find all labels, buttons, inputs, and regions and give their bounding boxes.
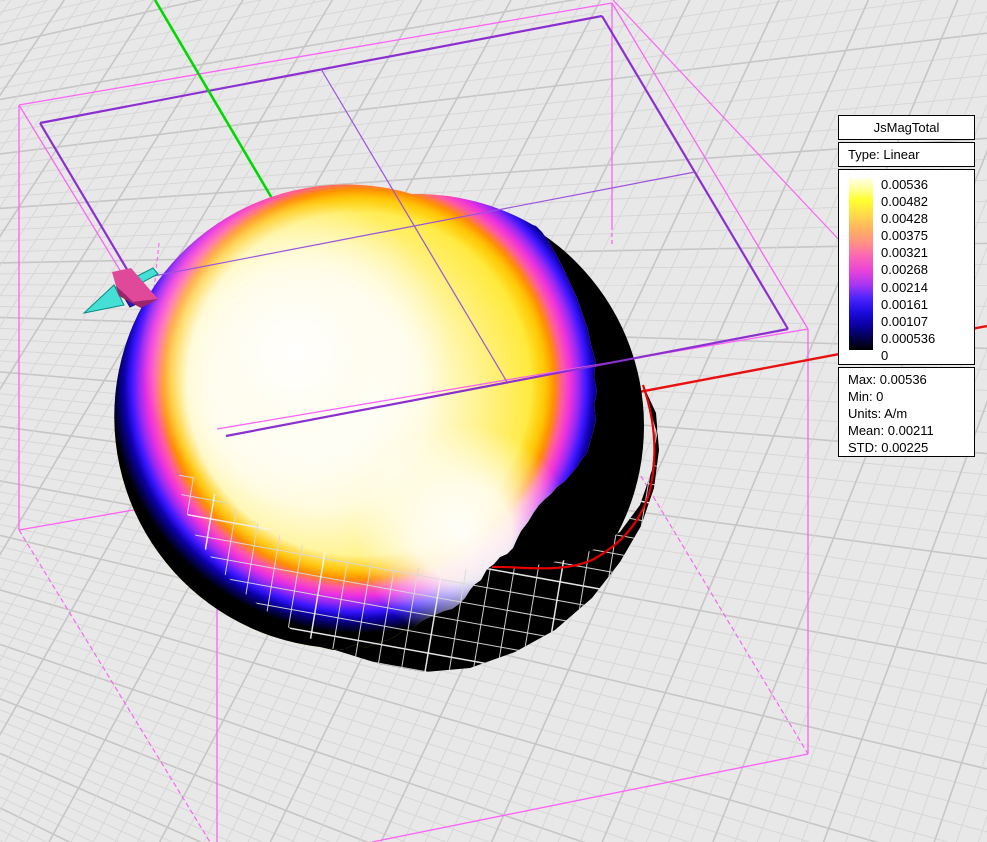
legend-stat-line: STD: 0.00225 [848, 441, 974, 455]
legend-stat-line: Mean: 0.00211 [848, 424, 974, 438]
legend-colorbar: 0.00536 0.00482 0.00428 0.00375 0.00321 0.002… [838, 169, 975, 365]
colorbar-tick-label: 0.00428 [881, 212, 969, 225]
colorbar-tick-label: 0.00161 [881, 298, 969, 311]
colorbar-ticks: 0.00536 0.00482 0.00428 0.00375 0.00321 0.002… [881, 178, 969, 350]
viewport-3d[interactable]: JsMagTotal Type: Linear 0.005360.004820.… [0, 0, 987, 842]
colorbar-tick-label: 0.00375 [881, 229, 969, 242]
colorbar-tick-label: 0.00107 [881, 315, 969, 328]
colorbar-gradient [849, 178, 873, 350]
legend-stat-line: Min: 0 [848, 390, 974, 404]
colorbar-tick-label: 0.00214 [881, 281, 969, 294]
legend-type: Type: Linear [838, 142, 975, 167]
colorbar-tick-label: 0.00482 [881, 195, 969, 208]
legend-stat-line: Units: A/m [848, 407, 974, 421]
legend-stat-line: Max: 0.00536 [848, 373, 974, 387]
colorbar-tick-label: 0.00536 [881, 178, 969, 191]
colorbar-tick-label: 0 [881, 349, 969, 362]
colorbar-tick-label: 0.00321 [881, 246, 969, 259]
colorbar-tick-label: 0.000536 [881, 332, 969, 345]
legend-stats: Max: 0.00536 Min: 0 Units: A/m Mean: 0.0021… [838, 367, 975, 457]
legend-title: JsMagTotal [838, 115, 975, 140]
colorbar-tick-label: 0.00268 [881, 263, 969, 276]
field-legend[interactable]: JsMagTotal Type: Linear 0.005360.004820.… [838, 115, 975, 457]
